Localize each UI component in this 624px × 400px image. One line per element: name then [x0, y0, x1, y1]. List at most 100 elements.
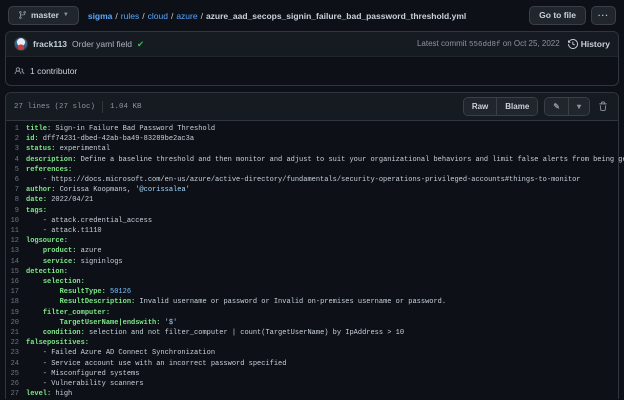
- code-text: level: high: [26, 389, 72, 399]
- line-number[interactable]: 13: [6, 246, 26, 256]
- edit-group: ✎ ▾: [544, 97, 590, 116]
- raw-blame-group: Raw Blame: [463, 97, 538, 116]
- go-to-file-button[interactable]: Go to file: [529, 6, 586, 26]
- line-number[interactable]: 3: [6, 144, 26, 154]
- line-number[interactable]: 9: [6, 206, 26, 216]
- breadcrumb-link-azure[interactable]: azure: [176, 11, 197, 21]
- commit-author-link[interactable]: frack113: [33, 39, 67, 49]
- code-text: id: dff74231-dbed-42ab-ba49-83289be2ac3a: [26, 134, 194, 144]
- code-text: tags:: [26, 206, 47, 216]
- line-number[interactable]: 12: [6, 236, 26, 246]
- code-line: 6 - https://docs.microsoft.com/en-us/azu…: [6, 175, 618, 185]
- code-text: date: 2022/04/21: [26, 195, 93, 205]
- topbar-actions: Go to file ···: [529, 6, 616, 26]
- line-number[interactable]: 4: [6, 155, 26, 165]
- edit-pencil-icon[interactable]: ✎: [545, 98, 568, 115]
- lines-info: 27 lines (27 sloc): [14, 103, 95, 111]
- line-number[interactable]: 17: [6, 287, 26, 297]
- code-line: 3status: experimental: [6, 144, 618, 154]
- line-number[interactable]: 10: [6, 216, 26, 226]
- code-line: 12logsource:: [6, 236, 618, 246]
- code-line: 10 - attack.credential_access: [6, 216, 618, 226]
- line-number[interactable]: 16: [6, 277, 26, 287]
- line-number[interactable]: 24: [6, 359, 26, 369]
- code-text: detection:: [26, 267, 68, 277]
- code-line: 4description: Define a baseline threshol…: [6, 155, 618, 165]
- code-line: 13 product: azure: [6, 246, 618, 256]
- contributors-link[interactable]: 1 contributor: [6, 57, 618, 85]
- file-actions: Raw Blame ✎ ▾: [463, 97, 610, 116]
- code-text: ResultDescription: Invalid username or p…: [26, 297, 446, 307]
- code-line: 11 - attack.t1110: [6, 226, 618, 236]
- line-number[interactable]: 11: [6, 226, 26, 236]
- line-number[interactable]: 14: [6, 257, 26, 267]
- history-button[interactable]: History: [568, 39, 610, 49]
- code-line: 5references:: [6, 165, 618, 175]
- code-line: 27level: high: [6, 389, 618, 399]
- code-text: status: experimental: [26, 144, 110, 154]
- contributors-text: 1 contributor: [30, 66, 77, 76]
- edit-chevron-down-icon[interactable]: ▾: [568, 98, 589, 115]
- line-number[interactable]: 27: [6, 389, 26, 399]
- code-line: 9tags:: [6, 206, 618, 216]
- commit-message-link[interactable]: Order yaml field: [72, 39, 132, 49]
- code-text: filter_computer:: [26, 308, 110, 318]
- breadcrumb-link-cloud[interactable]: cloud: [148, 11, 168, 21]
- code-line: 17 ResultType: 50126: [6, 287, 618, 297]
- code-text: ResultType: 50126: [26, 287, 131, 297]
- branch-selector[interactable]: master ▼: [8, 6, 79, 26]
- breadcrumb-filename: azure_aad_secops_signin_failure_bad_pass…: [206, 11, 466, 21]
- commit-header: frack113 Order yaml field ✔ Latest commi…: [6, 32, 618, 57]
- code-line: 22falsepositives:: [6, 338, 618, 348]
- code-viewer: 1title: Sign-in Failure Bad Password Thr…: [6, 121, 618, 399]
- code-line: 25 - Misconfigured systems: [6, 369, 618, 379]
- code-text: - https://docs.microsoft.com/en-us/azure…: [26, 175, 581, 185]
- code-line: 14 service: signinlogs: [6, 257, 618, 267]
- blame-button[interactable]: Blame: [496, 98, 537, 115]
- line-number[interactable]: 26: [6, 379, 26, 389]
- breadcrumb-separator: /: [171, 11, 173, 21]
- line-number[interactable]: 20: [6, 318, 26, 328]
- checks-passed-icon[interactable]: ✔: [137, 39, 144, 50]
- line-number[interactable]: 19: [6, 308, 26, 318]
- line-number[interactable]: 1: [6, 124, 26, 134]
- code-text: references:: [26, 165, 72, 175]
- file-info: 27 lines (27 sloc) 1.04 KB: [14, 101, 142, 113]
- line-number[interactable]: 18: [6, 297, 26, 307]
- line-number[interactable]: 6: [6, 175, 26, 185]
- breadcrumb-separator: /: [115, 11, 117, 21]
- code-line: 19 filter_computer:: [6, 308, 618, 318]
- line-number[interactable]: 25: [6, 369, 26, 379]
- code-text: author: Corissa Koopmans, '@corissalea': [26, 185, 190, 195]
- code-text: - Service account use with an incorrect …: [26, 359, 286, 369]
- code-line: 26 - Vulnerability scanners: [6, 379, 618, 389]
- breadcrumb-separator: /: [201, 11, 203, 21]
- divider: [102, 101, 103, 113]
- commit-sha-link[interactable]: 556dd8f: [469, 41, 501, 49]
- code-line: 18 ResultDescription: Invalid username o…: [6, 297, 618, 307]
- more-options-button[interactable]: ···: [591, 6, 616, 25]
- line-number[interactable]: 5: [6, 165, 26, 175]
- latest-commit-text: Latest commit 556dd8f on Oct 25, 2022: [417, 39, 560, 49]
- line-number[interactable]: 23: [6, 348, 26, 358]
- avatar[interactable]: [14, 37, 28, 51]
- branch-name: master: [31, 10, 59, 22]
- line-number[interactable]: 21: [6, 328, 26, 338]
- code-text: TargetUserName|endswith: '$': [26, 318, 177, 328]
- git-branch-icon: [18, 10, 27, 20]
- line-number[interactable]: 22: [6, 338, 26, 348]
- breadcrumb-link-sigma[interactable]: sigma: [88, 11, 113, 21]
- line-number[interactable]: 2: [6, 134, 26, 144]
- line-number[interactable]: 7: [6, 185, 26, 195]
- line-number[interactable]: 8: [6, 195, 26, 205]
- breadcrumb-link-rules[interactable]: rules: [121, 11, 139, 21]
- raw-button[interactable]: Raw: [464, 98, 496, 115]
- code-line: 16 selection:: [6, 277, 618, 287]
- latest-commit-box: frack113 Order yaml field ✔ Latest commi…: [5, 31, 619, 86]
- delete-file-button[interactable]: [596, 99, 610, 114]
- code-text: - attack.t1110: [26, 226, 102, 236]
- code-line: 24 - Service account use with an incorre…: [6, 359, 618, 369]
- code-text: - Failed Azure AD Connect Synchronizatio…: [26, 348, 215, 358]
- code-line: 23 - Failed Azure AD Connect Synchroniza…: [6, 348, 618, 358]
- line-number[interactable]: 15: [6, 267, 26, 277]
